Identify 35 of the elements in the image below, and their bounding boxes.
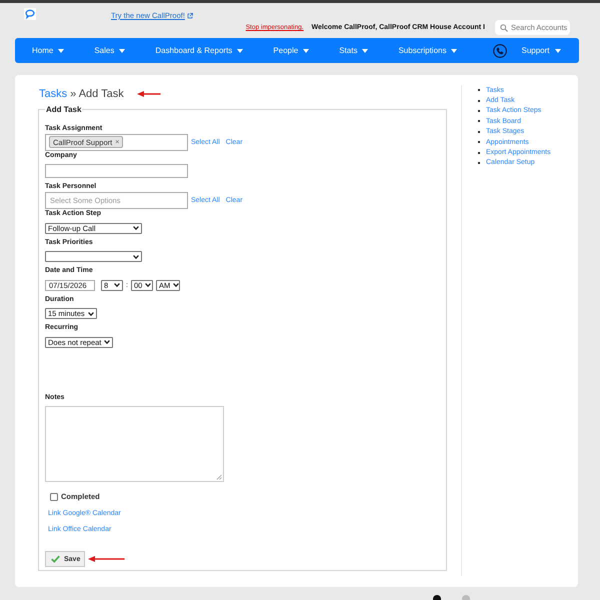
nav-menu-item[interactable]: Stats	[339, 46, 368, 55]
chevron-down-icon	[145, 283, 152, 287]
dropdown[interactable]	[45, 251, 142, 262]
phone-icon[interactable]	[493, 44, 508, 58]
text-field[interactable]	[45, 164, 188, 178]
caret-icon	[119, 48, 126, 52]
caret-icon	[554, 48, 561, 52]
breadcrumb-link[interactable]: Tasks	[39, 88, 68, 100]
form-legend: Add Task	[45, 105, 82, 114]
breadcrumb-current: » Add Task	[70, 88, 124, 100]
caret-icon	[362, 48, 368, 52]
nav-menu-item[interactable]: Support	[521, 46, 561, 55]
chevron-down-icon	[133, 254, 139, 258]
nav-menu-item[interactable]: Home	[32, 46, 64, 55]
checkbox[interactable]	[50, 492, 58, 500]
chevron-down-icon	[104, 340, 110, 344]
external-link-icon	[186, 12, 193, 18]
caret-icon	[303, 48, 310, 52]
nav-menu-item[interactable]: People	[273, 46, 310, 55]
check-icon	[51, 555, 60, 563]
chat-bubble-icon[interactable]	[24, 8, 36, 20]
caret-icon	[237, 48, 244, 52]
caret-icon	[451, 48, 458, 52]
caret-icon	[58, 48, 64, 52]
annotation-arrow	[88, 556, 125, 562]
chevron-down-icon	[173, 283, 180, 287]
nav-menu-item[interactable]: Subscriptions	[398, 46, 458, 55]
resize-handle-icon[interactable]	[216, 474, 222, 480]
chevron-down-icon	[133, 226, 139, 230]
nav-menu-item[interactable]: Dashboard & Reports	[155, 46, 244, 55]
chevron-down-icon	[88, 312, 94, 316]
nav-menu-item[interactable]: Sales	[94, 46, 126, 55]
search-icon	[500, 24, 508, 32]
annotation-arrow	[136, 90, 161, 96]
chevron-down-icon	[114, 283, 120, 287]
